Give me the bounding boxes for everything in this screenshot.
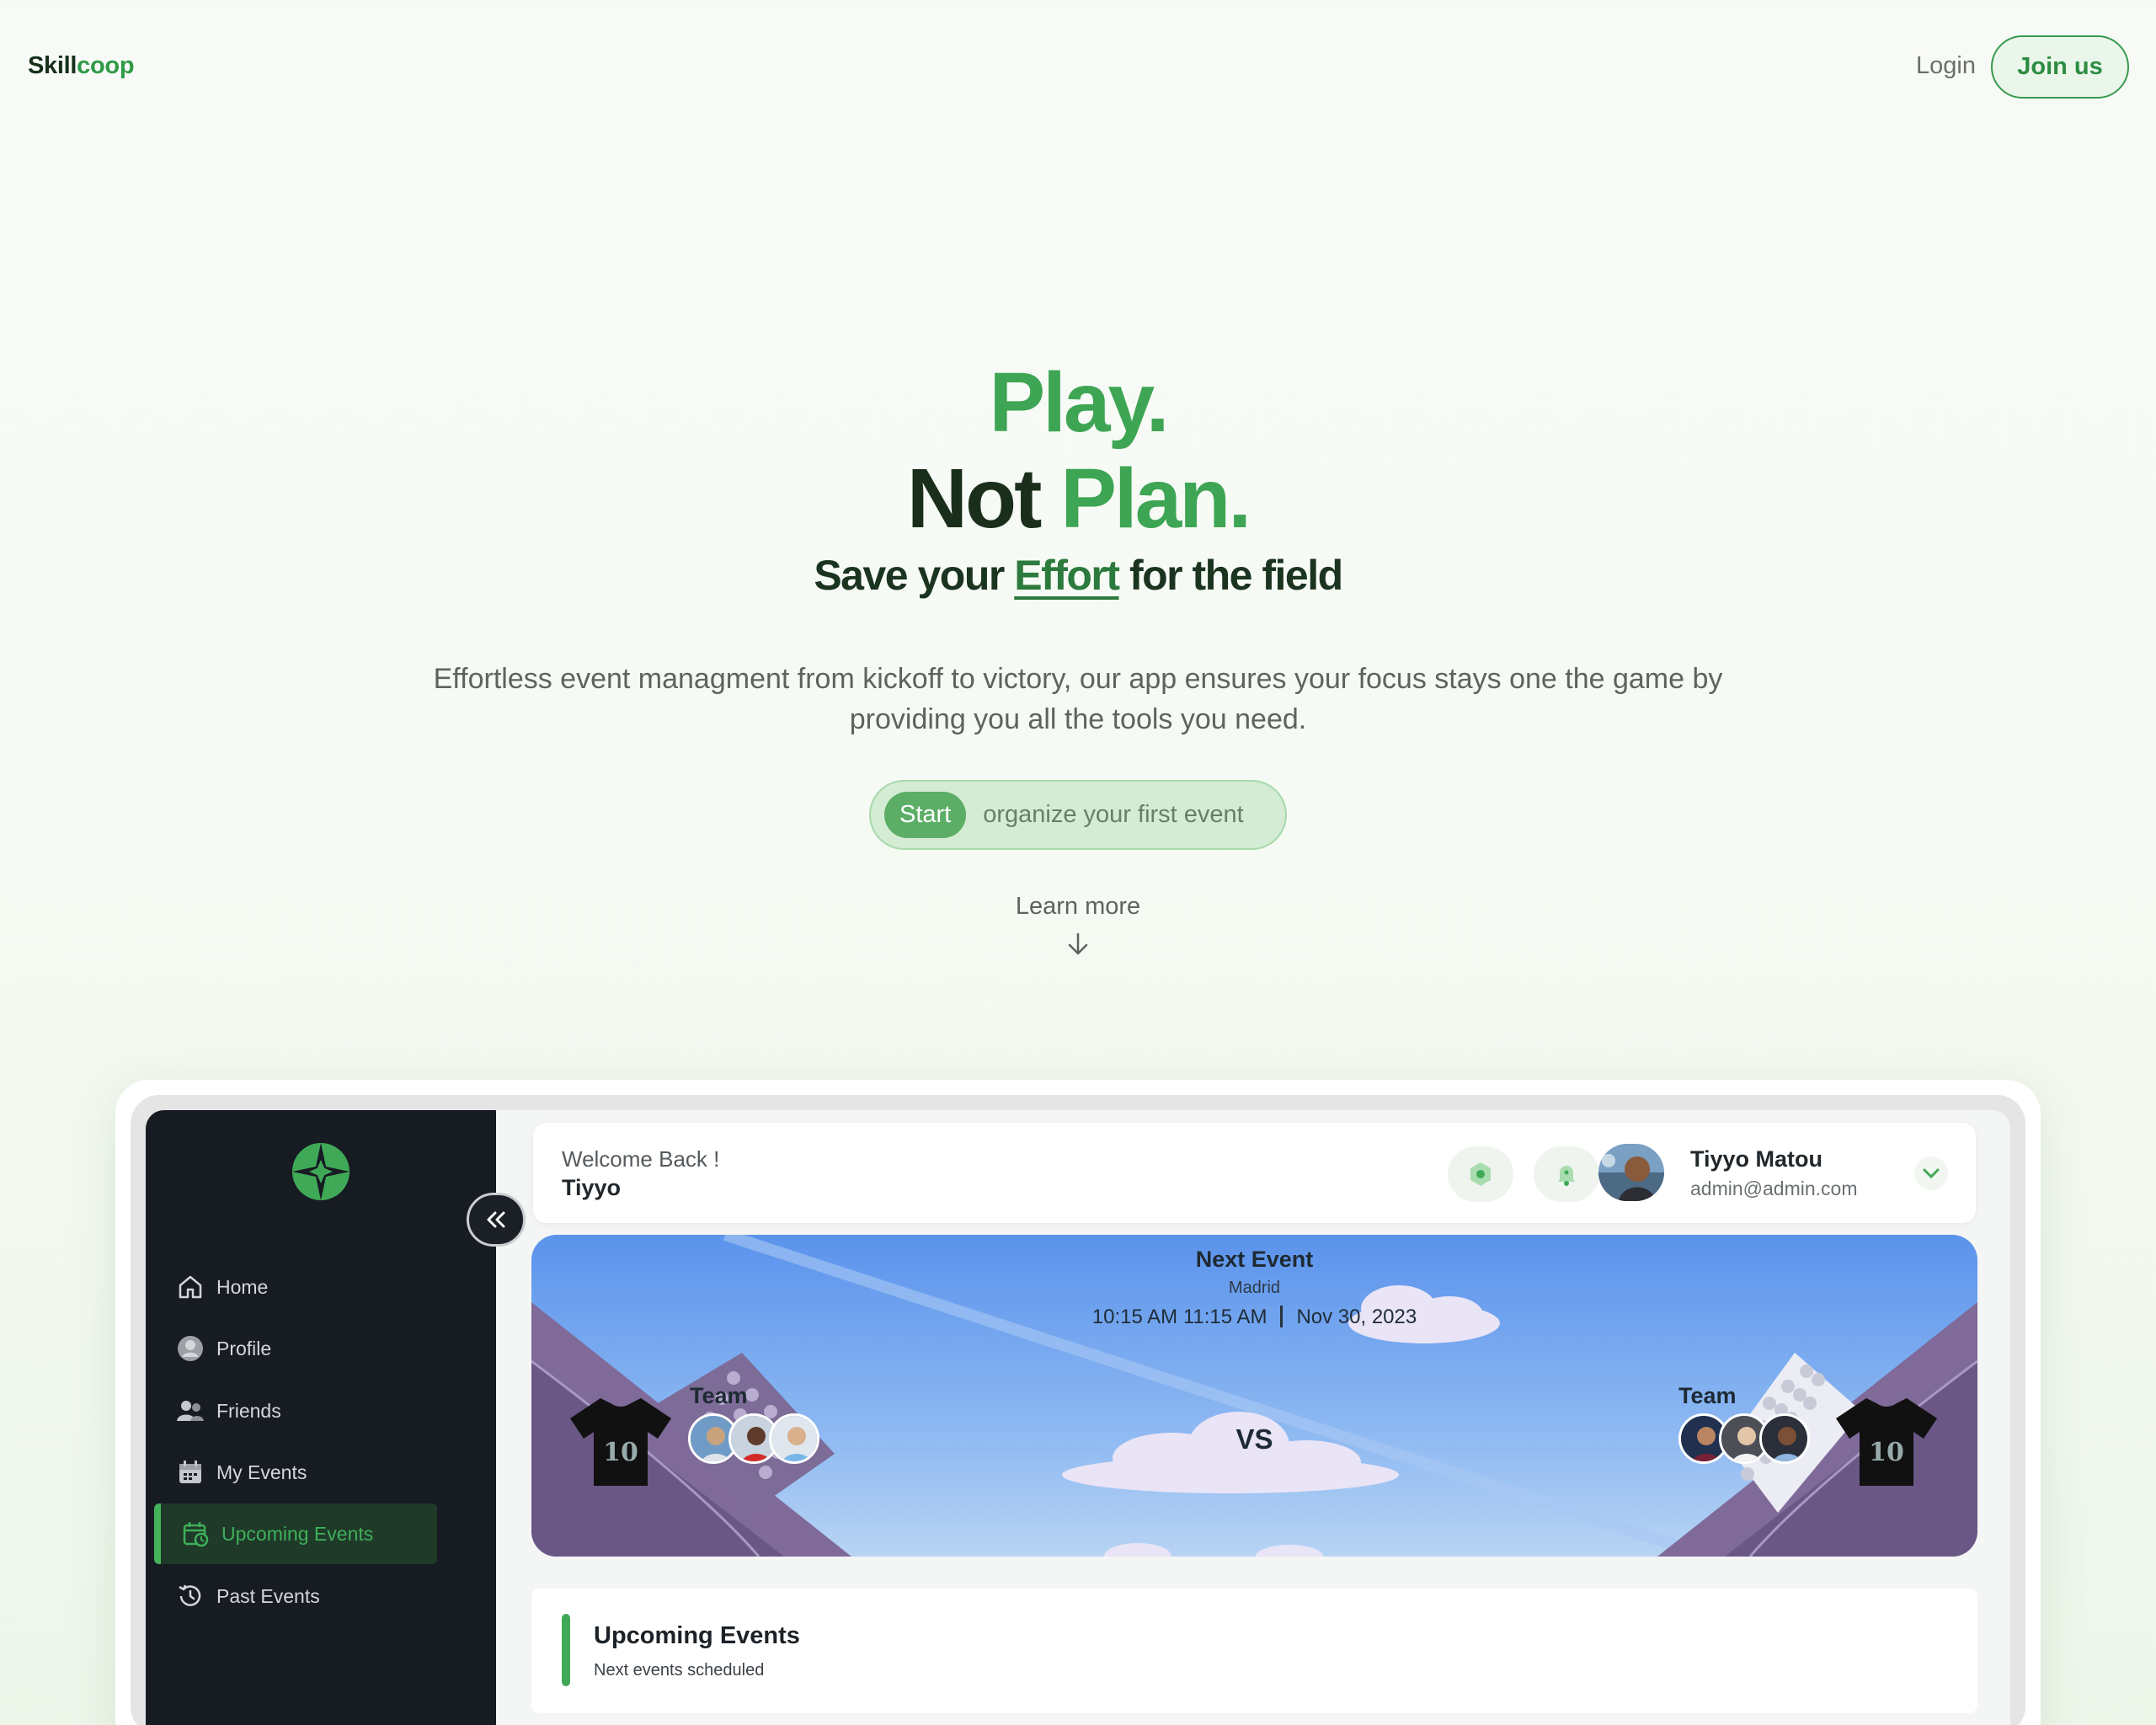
welcome-text: Welcome Back ! <box>562 1146 720 1172</box>
event-date: Nov 30, 2023 <box>1296 1306 1417 1328</box>
hexagon-settings-icon <box>1470 1162 1491 1186</box>
upcoming-events-card: Upcoming Events Next events scheduled <box>531 1589 1977 1713</box>
calendar-icon <box>179 1461 201 1483</box>
home-icon <box>179 1275 202 1299</box>
hero-title-play: Play. <box>989 355 1169 450</box>
arrow-down-icon[interactable] <box>1066 932 1090 957</box>
sidebar-item-label: Home <box>216 1275 269 1298</box>
sidebar-item-label: Friends <box>216 1399 281 1422</box>
next-event-title: Next Event <box>1195 1247 1314 1272</box>
player-avatar[interactable] <box>1759 1413 1810 1464</box>
section-accent-bar <box>562 1614 570 1686</box>
sidebar-item-home[interactable]: Home <box>154 1257 437 1317</box>
brand-name-part1: Skill <box>28 52 77 79</box>
app-preview-screen: Home Profile Friends My Events Upcoming … <box>146 1110 2010 1725</box>
next-event-banner[interactable]: Next Event Madrid 10:15 AM 11:15 AM Nov 3… <box>531 1235 1977 1557</box>
top-navbar: Skillcoop Login Join us <box>0 0 2156 135</box>
sidebar-item-label: Upcoming Events <box>221 1522 374 1545</box>
event-datetime: 10:15 AM 11:15 AM Nov 30, 2023 <box>531 1306 1977 1329</box>
collapse-sidebar-button[interactable] <box>467 1193 526 1247</box>
double-chevron-left-icon <box>487 1211 505 1228</box>
user-avatar[interactable] <box>1598 1144 1664 1201</box>
notifications-button[interactable] <box>1534 1146 1599 1202</box>
profile-icon <box>178 1336 203 1361</box>
subheading-effort: Effort <box>1014 552 1120 599</box>
subheading-pre: Save your <box>814 552 1015 599</box>
friends-icon <box>177 1401 204 1421</box>
sidebar-item-label: Past Events <box>216 1584 320 1607</box>
jersey-left-icon: 10 <box>570 1398 671 1486</box>
user-email: admin@admin.com <box>1690 1178 1858 1199</box>
user-first-name: Tiyyo <box>562 1175 622 1200</box>
sidebar-item-friends[interactable]: Friends <box>154 1381 437 1441</box>
hero-title-plan: Plan. <box>1060 451 1251 546</box>
sidebar-item-my-events[interactable]: My Events <box>154 1442 437 1503</box>
upcoming-events-title: Upcoming Events <box>594 1622 800 1649</box>
chevron-down-icon <box>1923 1168 1940 1179</box>
event-location: Madrid <box>1228 1279 1281 1297</box>
login-link[interactable]: Login <box>1916 52 1976 80</box>
hero-subheading: Save your Effort for the field <box>0 551 2156 600</box>
brand-logo[interactable]: Skillcoop <box>28 52 135 80</box>
history-icon <box>179 1584 201 1606</box>
hero-title-not-plan: Not Plan. <box>0 448 2156 549</box>
svg-text:10: 10 <box>1869 1438 1904 1467</box>
svg-text:10: 10 <box>603 1438 638 1467</box>
sidebar-item-profile[interactable]: Profile <box>154 1318 437 1379</box>
hero-description: Effortless event managment from kickoff … <box>433 663 1723 735</box>
calendar-clock-icon <box>183 1522 209 1547</box>
learn-more-link[interactable]: Learn more <box>0 893 2156 921</box>
user-menu-dropdown[interactable] <box>1914 1156 1948 1190</box>
sidebar-item-label: My Events <box>216 1461 307 1483</box>
team-left-label: Team <box>690 1383 748 1408</box>
user-full-name: Tiyyo Matou <box>1690 1146 1823 1172</box>
jersey-right-icon: 10 <box>1836 1398 1937 1486</box>
start-organize-button[interactable]: Start organize your first event <box>869 780 1287 850</box>
bell-icon <box>1558 1166 1575 1186</box>
hero-title-not: Not <box>906 451 1061 546</box>
sidebar-item-past-events[interactable]: Past Events <box>154 1566 437 1626</box>
upcoming-events-subtitle: Next events scheduled <box>594 1661 765 1680</box>
sidebar-item-upcoming-events[interactable]: Upcoming Events <box>154 1503 437 1564</box>
app-header: Welcome Back ! Tiyyo Tiyyo Matou admin@a… <box>533 1123 1976 1223</box>
app-logo-icon <box>292 1143 350 1200</box>
sidebar-item-label: Profile <box>216 1337 272 1359</box>
brand-name-part2: coop <box>77 52 135 79</box>
player-avatar[interactable] <box>769 1413 819 1464</box>
cta-start-pill: Start <box>884 792 967 838</box>
subheading-post: for the field <box>1118 552 1343 599</box>
team-right-label: Team <box>1678 1383 1737 1408</box>
cta-label: organize your first event <box>983 801 1244 828</box>
time-date-separator <box>1280 1306 1283 1327</box>
join-us-button[interactable]: Join us <box>1991 35 2129 99</box>
settings-button[interactable] <box>1448 1146 1513 1202</box>
event-time-range: 10:15 AM 11:15 AM <box>1091 1306 1267 1328</box>
